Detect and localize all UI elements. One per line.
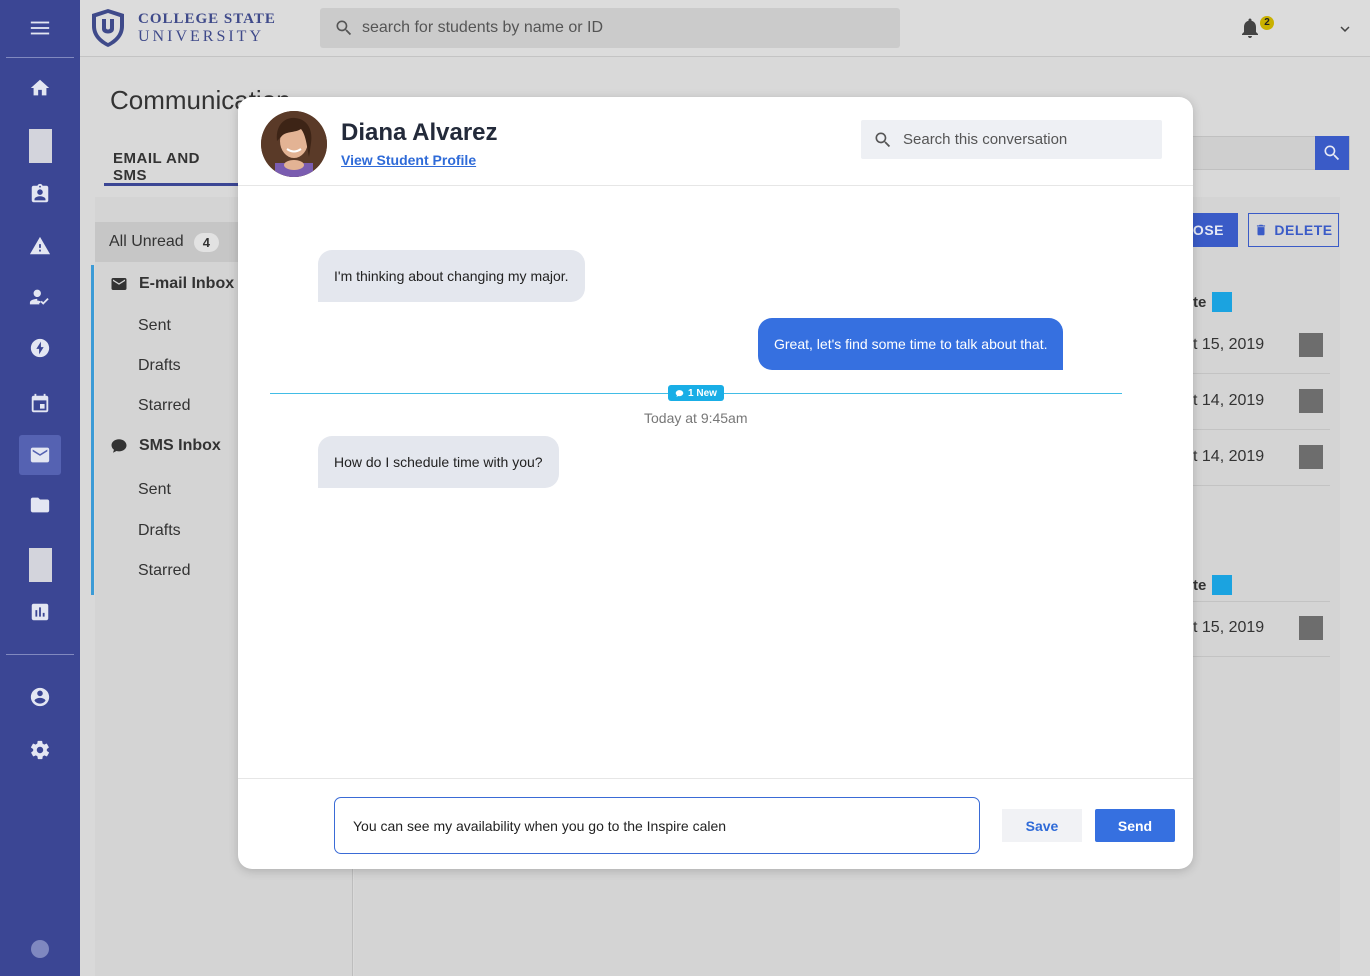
save-button[interactable]: Save [1002,809,1082,842]
warning-icon[interactable] [0,226,80,266]
shield-logo-icon [92,9,124,47]
university-logo[interactable]: COLLEGE STATE UNIVERSITY [90,8,276,48]
all-unread-filter[interactable]: All Unread 4 [95,222,245,262]
mail-icon[interactable] [0,435,80,475]
all-unread-label: All Unread [109,233,184,250]
sms-inbox-label: SMS Inbox [139,437,221,454]
folder-group-indicator [91,265,94,595]
date-column-header[interactable]: te [1193,577,1206,594]
row-divider [1180,601,1330,602]
notifications-bell-icon[interactable] [1238,16,1262,40]
row-checkbox[interactable] [1299,333,1323,357]
row-date: t 14, 2019 [1193,392,1265,409]
gear-icon[interactable] [0,730,80,770]
row-divider [1180,485,1330,486]
rail-divider [6,654,74,655]
row-date: t 14, 2019 [1193,448,1265,465]
search-icon [875,132,891,147]
email-drafts-folder[interactable]: Drafts [138,357,181,375]
nav-rail [0,0,80,976]
global-search [320,8,900,48]
list-search-button[interactable] [1315,136,1349,170]
row-checkbox[interactable] [1299,445,1323,469]
chat-bubble-icon [111,439,127,453]
sms-inbox-folder[interactable]: SMS Inbox [110,437,221,455]
folder-icon[interactable] [0,485,80,525]
row-divider [1180,373,1330,374]
chat-bubble-icon [675,389,684,397]
sms-starred-folder[interactable]: Starred [138,562,190,580]
bar-chart-icon[interactable] [0,592,80,632]
conversation-modal: Diana Alvarez View Student Profile I'm t… [238,97,1193,869]
logo-line-1: COLLEGE STATE [138,11,276,27]
delete-label: DELETE [1274,222,1333,238]
date-column-header[interactable]: te [1193,294,1206,311]
sms-drafts-folder[interactable]: Drafts [138,522,181,540]
email-starred-folder[interactable]: Starred [138,397,190,415]
message-bubble-incoming: I'm thinking about changing my major. [318,250,585,302]
select-all-checkbox[interactable] [1212,575,1232,595]
row-checkbox[interactable] [1299,616,1323,640]
bolt-icon[interactable] [0,328,80,368]
student-name: Diana Alvarez [341,119,498,146]
top-bar: COLLEGE STATE UNIVERSITY 2 [80,0,1370,57]
unread-count-badge: 4 [193,232,219,252]
rail-divider [6,57,74,58]
divider-timestamp: Today at 9:45am [644,410,748,426]
mail-icon [111,278,127,290]
menu-icon[interactable] [0,8,80,48]
row-checkbox[interactable] [1299,389,1323,413]
footer-logo-icon [31,940,49,958]
email-inbox-label: E-mail Inbox [139,275,235,292]
row-divider [1180,656,1330,657]
search-icon [1324,145,1340,161]
message-input[interactable] [334,797,980,854]
student-search-input[interactable] [362,19,882,37]
send-button[interactable]: Send [1095,809,1175,842]
row-date: t 15, 2019 [1193,336,1265,353]
logo-line-2: UNIVERSITY [138,28,264,45]
student-avatar [261,111,327,177]
select-all-checkbox[interactable] [1212,292,1232,312]
nav-placeholder [29,548,52,582]
notification-count-badge: 2 [1260,16,1274,30]
row-date: t 15, 2019 [1193,619,1265,636]
row-divider [1180,429,1330,430]
trash-icon [1257,224,1266,236]
message-bubble-outgoing: Great, let's find some time to talk abou… [758,318,1064,370]
message-bubble-incoming: How do I schedule time with you? [318,436,559,488]
person-check-icon[interactable] [0,277,80,317]
calendar-icon[interactable] [0,384,80,424]
message-composer: Save Send [238,778,1193,869]
conversation-search [861,120,1162,159]
new-messages-badge: 1 New [668,385,724,401]
email-sent-folder[interactable]: Sent [138,317,171,335]
home-icon[interactable] [0,68,80,108]
id-badge-icon[interactable] [0,174,80,214]
account-menu-chevron-down-icon[interactable] [1336,20,1354,43]
tab-email-and-sms[interactable]: EMAIL AND SMS [104,150,238,186]
new-badge-label: 1 New [688,387,717,399]
conversation-search-input[interactable] [903,131,1153,148]
nav-placeholder [29,129,52,163]
view-student-profile-link[interactable]: View Student Profile [341,152,476,168]
modal-header: Diana Alvarez View Student Profile [238,97,1193,186]
search-icon [336,20,352,36]
sms-sent-folder[interactable]: Sent [138,481,171,499]
delete-button[interactable]: DELETE [1248,213,1339,247]
email-inbox-folder[interactable]: E-mail Inbox [110,275,234,293]
account-icon[interactable] [0,677,80,717]
